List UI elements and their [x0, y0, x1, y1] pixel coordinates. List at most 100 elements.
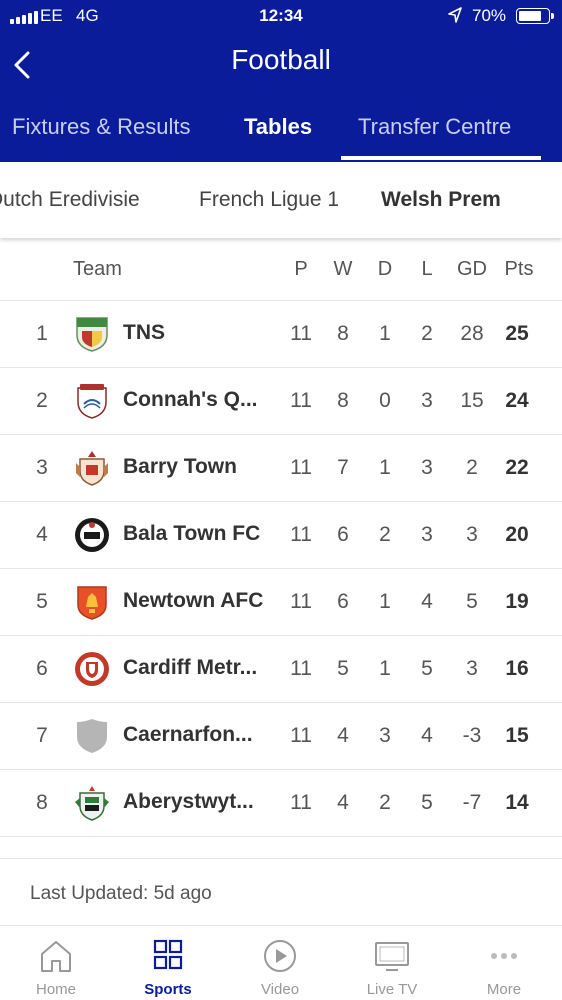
home-icon [41, 941, 71, 972]
points: 19 [505, 590, 529, 613]
points: 20 [505, 523, 529, 546]
row-position: 7 [36, 724, 48, 747]
played: 11 [290, 657, 312, 680]
tabbar-home[interactable]: Home [0, 927, 112, 1000]
tabbar-sports[interactable]: Sports [112, 927, 224, 1000]
tab-fixtures-results[interactable]: Fixtures & Results [12, 114, 191, 140]
tns-crest-icon [76, 317, 108, 352]
bala-town-crest-icon [75, 518, 109, 552]
tabbar-live-tv[interactable]: Live TV [336, 927, 448, 1000]
header-played: P [294, 258, 308, 280]
table-row[interactable]: 3 Barry Town 11 7 1 3 2 22 [0, 434, 562, 501]
played: 11 [290, 322, 312, 345]
points: 22 [505, 456, 529, 479]
table-row[interactable]: 4 Bala Town FC 11 6 2 3 3 20 [0, 501, 562, 568]
page-title: Football [231, 44, 331, 75]
drawn: 1 [379, 322, 391, 345]
lost: 4 [421, 590, 433, 613]
last-updated-bar: Last Updated: 5d ago [0, 858, 562, 926]
table-row-partial[interactable] [0, 836, 562, 858]
drawn: 1 [379, 456, 391, 479]
tabbar-label: Home [35, 981, 76, 998]
barry-town-crest-icon [76, 451, 108, 486]
drawn: 1 [379, 590, 391, 613]
lost: 3 [421, 523, 433, 546]
battery-icon [516, 8, 554, 24]
tabbar-label: Video [260, 981, 300, 998]
league-tab-dutch-eredivisie[interactable]: Dutch Eredivisie [0, 188, 140, 212]
table-row[interactable]: 8 Aberystwyt... 11 4 2 5 -7 14 [0, 769, 562, 836]
header-lost: L [421, 258, 433, 280]
section-tabs: Fixtures & Results Tables Transfer Centr… [0, 110, 562, 150]
partial-crest-icon [74, 851, 110, 858]
header-team: Team [73, 258, 122, 280]
row-position: 1 [36, 322, 48, 345]
row-position: 3 [36, 456, 48, 479]
drawn: 0 [379, 389, 391, 412]
header-won: W [333, 258, 353, 280]
lost: 3 [421, 389, 433, 412]
league-tab-french-ligue-1[interactable]: French Ligue 1 [199, 188, 339, 212]
grid-icon [153, 939, 183, 970]
points: 24 [505, 389, 529, 412]
connahs-quay-crest-icon [77, 384, 107, 419]
won: 5 [337, 657, 349, 680]
played: 11 [290, 724, 312, 747]
team-name: Cardiff Metr... [123, 656, 258, 679]
points: 15 [505, 724, 529, 747]
drawn: 2 [379, 523, 391, 546]
table-row[interactable]: 7 Caernarfon... 11 4 3 4 -3 15 [0, 702, 562, 769]
league-table: 1 TNS 11 8 1 2 28 25 2 Connah's Q... 11 … [0, 300, 562, 858]
cardiff-met-crest-icon [75, 652, 109, 686]
table-row[interactable]: 2 Connah's Q... 11 8 0 3 15 24 [0, 367, 562, 434]
team-name: Connah's Q... [123, 388, 258, 411]
generic-shield-icon [77, 719, 107, 753]
lost: 5 [421, 791, 433, 814]
lost: 5 [421, 657, 433, 680]
row-position: 5 [36, 590, 48, 613]
newtown-crest-icon [77, 586, 107, 620]
tabbar-label: More [486, 981, 522, 998]
active-tab-indicator [341, 156, 541, 160]
team-name: Aberystwyt... [123, 790, 254, 813]
tab-tables[interactable]: Tables [244, 114, 312, 140]
goal-difference: -7 [462, 791, 482, 814]
lost: 2 [421, 322, 433, 345]
lost: 3 [421, 456, 433, 479]
drawn: 3 [379, 724, 391, 747]
team-name: Caernarfon... [123, 723, 253, 746]
league-tab-welsh-prem[interactable]: Welsh Prem [381, 188, 501, 212]
drawn: 1 [379, 657, 391, 680]
goal-difference: -3 [462, 724, 482, 747]
aberystwyth-crest-icon [75, 786, 109, 821]
played: 11 [290, 456, 312, 479]
tabbar-label: Sports [144, 981, 192, 998]
team-name: Barry Town [123, 455, 237, 478]
points: 25 [505, 322, 529, 345]
table-row[interactable]: 5 Newtown AFC 11 6 1 4 5 19 [0, 568, 562, 635]
goal-difference: 15 [460, 389, 484, 412]
played: 11 [290, 523, 312, 546]
goal-difference: 28 [460, 322, 484, 345]
played: 11 [290, 590, 312, 613]
played: 11 [290, 389, 312, 412]
location-arrow-icon [448, 7, 462, 23]
header-goal-difference: GD [457, 258, 487, 280]
play-icon [264, 940, 296, 972]
row-position: 8 [36, 791, 48, 814]
tabbar-more[interactable]: More [448, 927, 560, 1000]
won: 4 [337, 791, 349, 814]
team-name: Newtown AFC [123, 589, 264, 612]
more-icon [491, 953, 517, 959]
played: 11 [290, 791, 312, 814]
table-row[interactable]: 1 TNS 11 8 1 2 28 25 [0, 300, 562, 367]
tabbar-video[interactable]: Video [224, 927, 336, 1000]
won: 6 [337, 523, 349, 546]
header-points: Pts [504, 258, 534, 280]
won: 8 [337, 322, 349, 345]
last-updated-text: Last Updated: 5d ago [30, 883, 212, 904]
table-row[interactable]: 6 Cardiff Metr... 11 5 1 5 3 16 [0, 635, 562, 702]
row-position: 4 [36, 523, 48, 546]
tab-transfer-centre[interactable]: Transfer Centre [358, 114, 511, 140]
points: 16 [505, 657, 529, 680]
